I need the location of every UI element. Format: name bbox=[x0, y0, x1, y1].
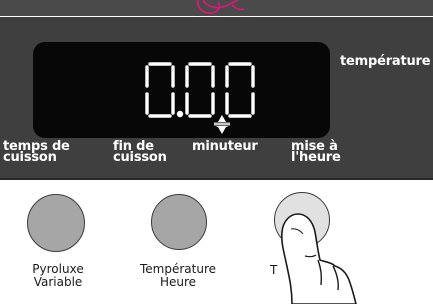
pointing-finger-icon bbox=[281, 213, 357, 304]
oven-control-panel: température temps de cuisson fin de cuis… bbox=[0, 0, 433, 304]
